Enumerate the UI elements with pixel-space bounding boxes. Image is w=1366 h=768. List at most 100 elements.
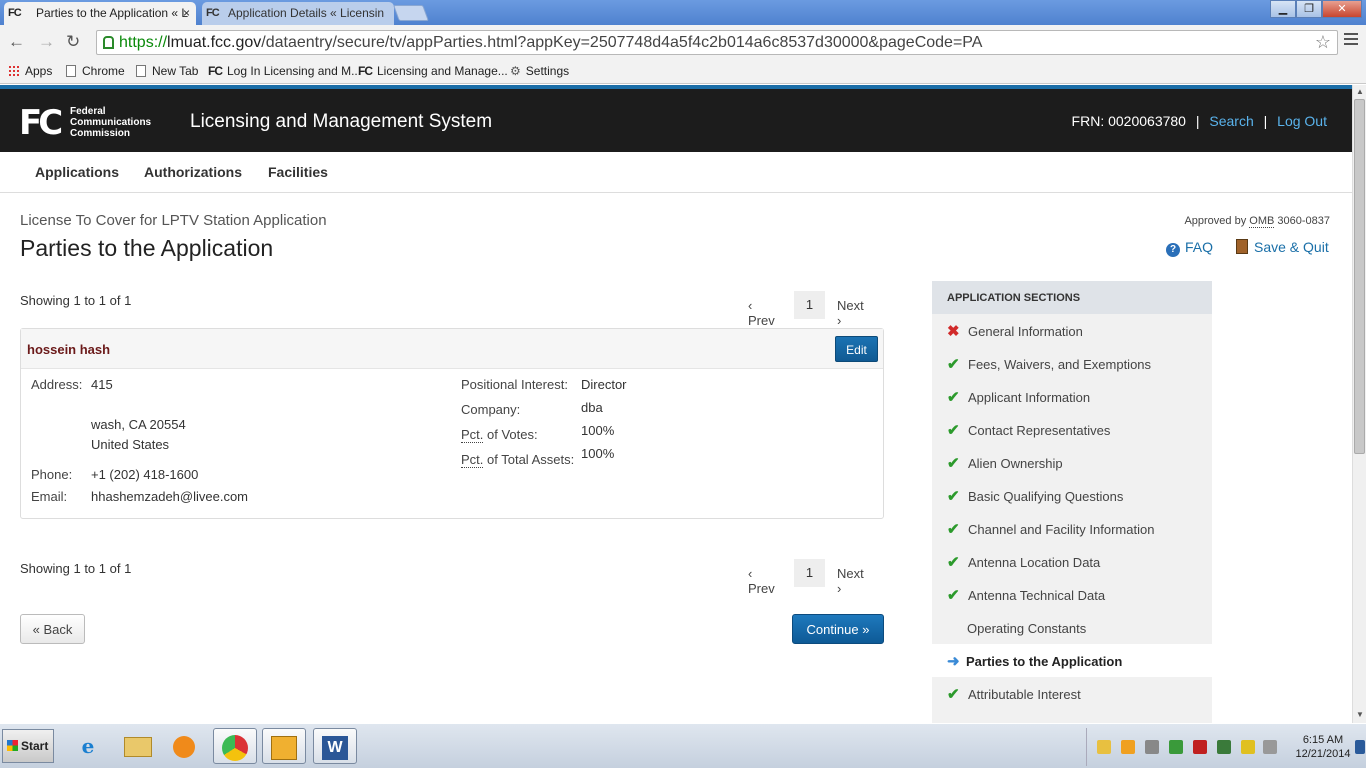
section-operating-constants[interactable]: Operating Constants (932, 611, 1212, 644)
show-desktop-button[interactable] (1355, 740, 1365, 754)
logout-link[interactable]: Log Out (1277, 113, 1327, 129)
bookmark-apps[interactable]: Apps (8, 64, 52, 78)
section-alien-ownership[interactable]: ✔ Alien Ownership (932, 446, 1212, 479)
page-number[interactable]: 1 (794, 291, 825, 319)
bookmark-label: Log In Licensing and M... (227, 64, 362, 78)
error-x-icon: ✖ (947, 323, 960, 340)
url-scheme: https:// (119, 34, 168, 51)
tab-close-icon[interactable]: × (183, 2, 190, 24)
scroll-down-icon[interactable]: ▼ (1356, 710, 1364, 719)
bookmark-star-icon[interactable]: ☆ (1315, 32, 1331, 53)
email-value: hhashemzadeh@livee.com (91, 489, 249, 504)
section-label: General Information (968, 324, 1083, 339)
outlook-taskbar-icon[interactable] (262, 728, 306, 764)
faq-link[interactable]: ? FAQ (1166, 239, 1213, 257)
back-arrow-icon[interactable]: ← (8, 32, 25, 52)
start-button[interactable]: Start (2, 729, 54, 763)
nav-facilities[interactable]: Facilities (268, 164, 328, 180)
section-general-information[interactable]: ✖ General Information (932, 314, 1212, 347)
new-tab-button[interactable] (393, 5, 429, 21)
mcafee-tray-icon[interactable] (1193, 740, 1207, 754)
section-applicant-information[interactable]: ✔ Applicant Information (932, 380, 1212, 413)
scroll-up-icon[interactable]: ▲ (1356, 87, 1364, 96)
url-text[interactable]: https://lmuat.fcc.gov/dataentry/secure/t… (119, 34, 982, 52)
forward-arrow-icon[interactable]: → (38, 32, 55, 52)
chrome-taskbar-icon[interactable] (213, 728, 257, 764)
prev-page-link[interactable]: ‹ Prev (748, 298, 775, 328)
page-icon (136, 65, 146, 77)
start-label: Start (21, 739, 49, 753)
continue-button[interactable]: Continue » (792, 614, 884, 644)
outlook-tray-icon[interactable] (1121, 740, 1135, 754)
taskbar-clock[interactable]: 6:15 AM 12/21/2014 (1293, 733, 1353, 761)
search-link[interactable]: Search (1209, 113, 1253, 129)
scrollbar-thumb[interactable] (1354, 99, 1365, 454)
clock-date: 12/21/2014 (1295, 748, 1351, 760)
section-antenna-location[interactable]: ✔ Antenna Location Data (932, 545, 1212, 578)
fcc-favicon-icon: FC (8, 7, 22, 19)
bookmark-settings[interactable]: ⚙ Settings (510, 64, 569, 78)
user-links: FRN: 0020063780 | Search | Log Out (1072, 113, 1327, 129)
url-path: /dataentry/secure/tv/appParties.html?app… (261, 34, 983, 51)
section-basic-qualifying[interactable]: ✔ Basic Qualifying Questions (932, 479, 1212, 512)
file-explorer-icon[interactable] (116, 728, 160, 764)
minimize-button[interactable]: ▁ (1270, 0, 1296, 18)
tab-parties[interactable]: FC Parties to the Application « L × (4, 2, 196, 25)
section-label: Channel and Facility Information (968, 522, 1155, 537)
reload-icon[interactable]: ↻ (66, 32, 80, 52)
back-button[interactable]: « Back (20, 614, 85, 644)
checkmark-icon: ✔ (947, 356, 960, 373)
volume-tray-icon[interactable] (1263, 740, 1277, 754)
bookmark-licensing-manage[interactable]: FC Licensing and Manage... (358, 64, 508, 78)
next-page-link[interactable]: Next › (837, 566, 864, 596)
word-taskbar-icon[interactable]: W (313, 728, 357, 764)
omb-abbr: OMB (1249, 215, 1275, 228)
chrome-menu-icon[interactable] (1344, 33, 1358, 47)
browser-tab-strip: FC Parties to the Application « L × FC A… (0, 0, 1366, 25)
edit-party-button[interactable]: Edit (835, 336, 878, 362)
omb-approval: Approved by OMB 3060-0837 (1184, 215, 1330, 228)
network-tray-icon[interactable] (1241, 740, 1255, 754)
close-window-button[interactable]: ✕ (1322, 0, 1362, 18)
fcc-favicon-icon: FC (206, 7, 220, 19)
agency-name: Federal Communications Commission (70, 106, 151, 139)
main-nav: Applications Authorizations Facilities (0, 152, 1352, 193)
system-title: Licensing and Management System (190, 111, 493, 132)
tab-application-details[interactable]: FC Application Details « Licensin (202, 2, 394, 25)
prev-page-link[interactable]: ‹ Prev (748, 566, 775, 596)
save-quit-link[interactable]: Save & Quit (1236, 239, 1329, 255)
section-label: Fees, Waivers, and Exemptions (968, 357, 1152, 372)
internet-explorer-icon[interactable]: e (66, 728, 110, 764)
section-contact-representatives[interactable]: ✔ Contact Representatives (932, 413, 1212, 446)
section-parties-current[interactable]: ➜ Parties to the Application (932, 644, 1212, 677)
section-attributable-interest[interactable]: ✔ Attributable Interest (932, 677, 1212, 710)
page-scrollbar[interactable]: ▲ ▼ (1352, 85, 1366, 723)
section-antenna-technical[interactable]: ✔ Antenna Technical Data (932, 578, 1212, 611)
section-channel-facility[interactable]: ✔ Channel and Facility Information (932, 512, 1212, 545)
nav-authorizations[interactable]: Authorizations (144, 164, 242, 180)
bookmark-login-licensing[interactable]: FC Log In Licensing and M... (208, 64, 361, 78)
address-bar[interactable]: https://lmuat.fcc.gov/dataentry/secure/t… (96, 30, 1338, 55)
mail-tray-icon[interactable] (1097, 740, 1111, 754)
media-player-icon[interactable] (162, 728, 206, 764)
bookmark-chrome[interactable]: Chrome (66, 64, 125, 78)
help-icon: ? (1166, 243, 1180, 257)
save-quit-label: Save & Quit (1254, 239, 1329, 255)
page-number[interactable]: 1 (794, 559, 825, 587)
fcc-logo[interactable]: FC (19, 106, 63, 140)
checkmark-icon: ✔ (947, 455, 960, 472)
restore-button[interactable]: ❐ (1296, 0, 1322, 18)
tab-label: Parties to the Application « L (36, 6, 189, 20)
sync-tray-icon[interactable] (1217, 740, 1231, 754)
section-fees[interactable]: ✔ Fees, Waivers, and Exemptions (932, 347, 1212, 380)
fcc-favicon-icon: FC (208, 64, 223, 78)
address-line3: United States (91, 437, 170, 452)
security-tray-icon[interactable] (1169, 740, 1183, 754)
next-page-link[interactable]: Next › (837, 298, 864, 328)
bookmark-new-tab[interactable]: New Tab (136, 64, 198, 78)
nav-applications[interactable]: Applications (35, 164, 119, 180)
monitor-tray-icon[interactable] (1145, 740, 1159, 754)
checkmark-icon: ✔ (947, 686, 960, 703)
system-tray: 6:15 AM 12/21/2014 (1086, 728, 1366, 766)
section-label: Operating Constants (967, 621, 1087, 636)
